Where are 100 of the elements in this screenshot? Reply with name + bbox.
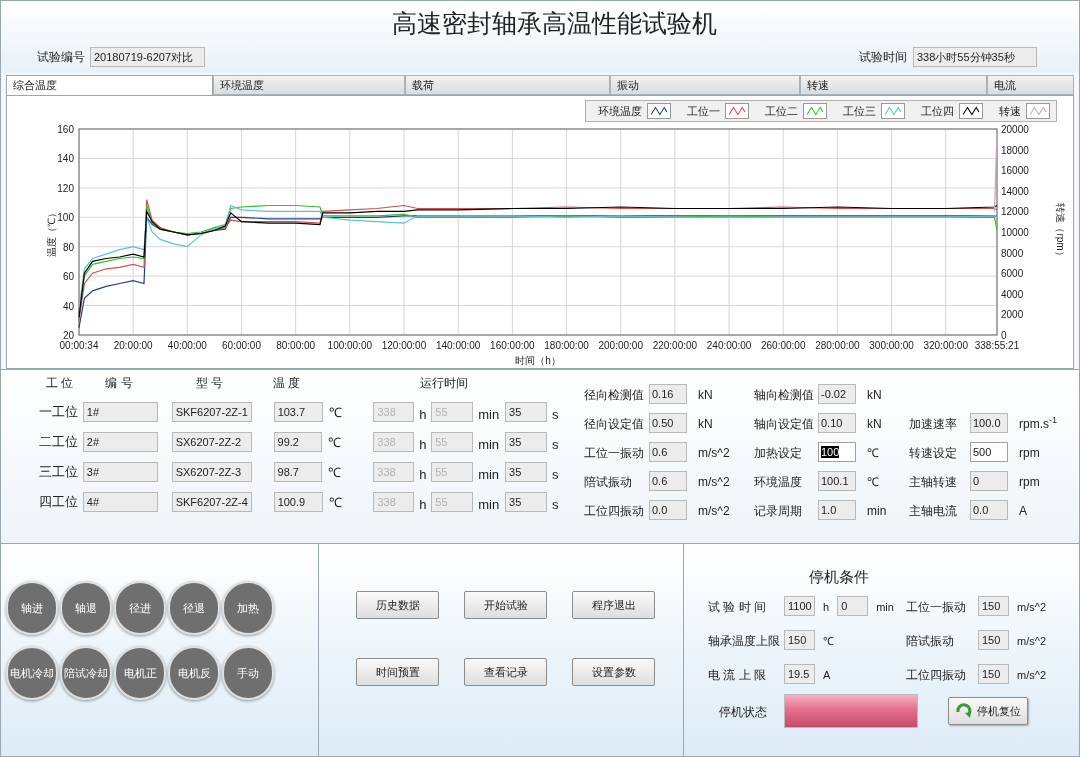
y-tick-label: 20: [62, 330, 74, 341]
y-tick-label: 14000: [1001, 185, 1029, 197]
round-button[interactable]: 轴进: [6, 581, 58, 635]
unit-label: min: [478, 467, 500, 482]
y-tick-label: 140: [57, 153, 74, 165]
x-tick-label: 40:00:00: [167, 340, 207, 351]
circular-arrow-icon: [955, 702, 973, 720]
tab[interactable]: 转速: [799, 75, 988, 95]
y-tick-label: 80: [62, 241, 74, 253]
y-tick-label: 20000: [1001, 124, 1029, 135]
legend-label: 工位一: [687, 103, 720, 119]
round-button[interactable]: 陪试冷却: [60, 646, 112, 700]
y-tick-label: 10000: [1001, 227, 1029, 238]
unit-label: h: [419, 437, 427, 452]
value-field: 35: [505, 462, 547, 482]
tab[interactable]: 环境温度: [212, 75, 406, 95]
unit-label: h: [419, 467, 427, 482]
round-button[interactable]: 径进: [114, 581, 166, 635]
value-field: 338小时55分钟35秒: [913, 47, 1037, 67]
column-header: 温 度: [273, 375, 301, 392]
round-button[interactable]: 电机正: [114, 646, 166, 700]
x-tick-label: 80:00:00: [276, 340, 316, 351]
legend-label: 工位二: [765, 103, 798, 119]
unit-label: s: [552, 497, 559, 512]
value-field: 0.6: [649, 470, 687, 491]
value-field: 35: [505, 432, 547, 452]
field-label: 转速设定: [909, 445, 957, 460]
button[interactable]: 查看记录: [464, 658, 547, 686]
field-label: 主轴电流: [909, 503, 957, 518]
unit-label: ℃: [328, 495, 342, 510]
field-label: 工位一振动: [584, 445, 644, 460]
button[interactable]: 时间预置: [356, 658, 439, 686]
round-button[interactable]: 轴退: [60, 581, 112, 635]
unit-label: m/s^2: [698, 474, 730, 489]
unit-label: s: [552, 467, 559, 482]
y-tick-label: 100: [57, 212, 74, 224]
unit-label: kN: [867, 416, 882, 431]
value-field: -0.02: [818, 383, 856, 404]
round-button[interactable]: 径退: [168, 581, 220, 635]
field-label: 环境温度: [754, 474, 802, 489]
section-title: 停机条件: [809, 567, 869, 587]
field-label: 工位四振动: [906, 667, 966, 682]
field-label: 试 验 时 间: [708, 599, 766, 614]
x-tick-label: 338:55:21: [974, 340, 1020, 351]
field-label: 陪试振动: [584, 474, 632, 489]
value-field: 35: [505, 492, 547, 512]
x-tick-label: 320:00:00: [923, 340, 968, 351]
value-field: 338: [373, 402, 415, 422]
value-field: 100.9: [273, 492, 323, 512]
round-button[interactable]: 电机反: [168, 646, 220, 700]
value-field: 0.0: [649, 499, 687, 520]
reset-button[interactable]: 停机复位: [948, 697, 1028, 725]
value-field: SX6207-2Z-3: [171, 462, 252, 482]
round-button[interactable]: 加热: [222, 581, 274, 635]
x-tick-label: 240:00:00: [706, 340, 752, 351]
round-button[interactable]: 手动: [222, 646, 274, 700]
value-field: 2#: [82, 432, 158, 452]
tab[interactable]: 电流: [987, 75, 1074, 95]
button[interactable]: 设置参数: [572, 658, 655, 686]
legend-label: 工位四: [921, 103, 954, 119]
value-field: 1#: [82, 402, 158, 422]
value-field: 35: [505, 402, 547, 422]
unit-label: ℃: [328, 465, 342, 480]
unit-label: A: [1019, 503, 1027, 518]
unit-label: m/s^2: [1017, 600, 1046, 613]
y-tick-label: 120: [57, 182, 74, 194]
x-tick-label: 280:00:00: [815, 340, 860, 351]
button[interactable]: 程序退出: [572, 591, 655, 619]
axis-title: 温度（℃）: [46, 207, 57, 257]
value-field: 100.0: [970, 412, 1008, 433]
value-field: 0: [837, 595, 869, 616]
value-field: 0.16: [649, 383, 687, 404]
tab[interactable]: 载荷: [405, 75, 610, 95]
tab[interactable]: 综合温度: [6, 75, 213, 95]
tab[interactable]: 振动: [609, 75, 800, 95]
y-tick-label: 6000: [1001, 268, 1024, 280]
x-tick-label: 300:00:00: [869, 340, 914, 351]
value-field: 0.0: [970, 499, 1008, 520]
y-tick-label: 8000: [1001, 247, 1024, 259]
value-field: 20180719-6207对比: [90, 47, 205, 67]
column-header: 运行时间: [420, 375, 469, 392]
input-field[interactable]: 100: [818, 441, 856, 462]
unit-label: min: [478, 497, 500, 512]
button[interactable]: 历史数据: [356, 591, 439, 619]
field-label: 加速速率: [909, 416, 957, 431]
legend-swatch: [881, 103, 905, 119]
button[interactable]: 开始试验: [464, 591, 547, 619]
legend-swatch: [725, 103, 749, 119]
unit-label: ℃: [328, 405, 342, 420]
unit-label: m/s^2: [1017, 668, 1046, 681]
unit-label: rpm.s$^{-1}$: [1019, 416, 1057, 431]
y-tick-label: 60: [62, 271, 74, 283]
x-tick-label: 140:00:00: [435, 340, 481, 351]
input-field[interactable]: 500: [970, 441, 1008, 462]
unit-label: ℃: [823, 634, 834, 647]
value-field: 19.5: [784, 663, 815, 684]
value-field: SKF6207-2Z-1: [171, 402, 252, 422]
unit-label: m/s^2: [698, 445, 730, 460]
round-button[interactable]: 电机冷却: [6, 646, 58, 700]
x-tick-label: 100:00:00: [327, 340, 373, 351]
